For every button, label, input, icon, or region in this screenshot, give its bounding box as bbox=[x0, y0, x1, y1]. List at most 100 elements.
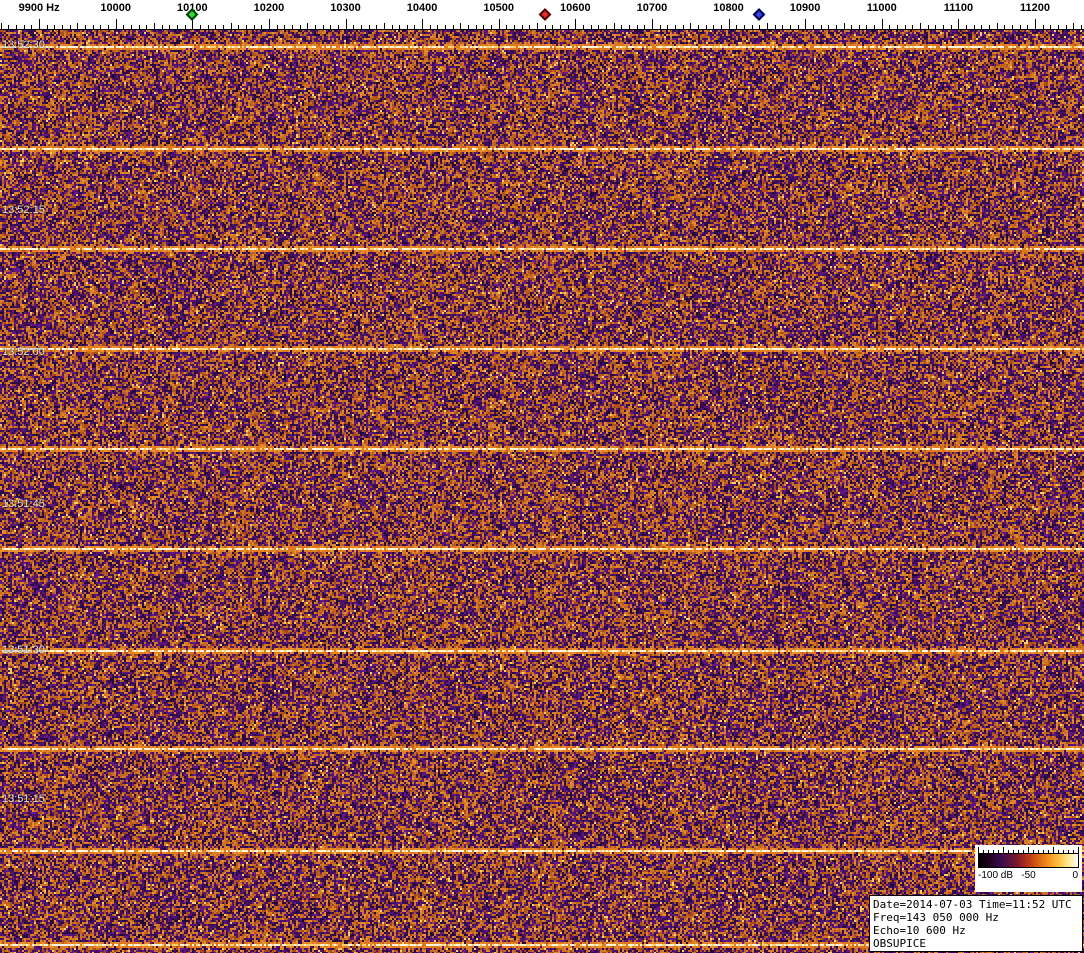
blue-frequency-marker-icon[interactable] bbox=[752, 8, 766, 21]
ruler-tick bbox=[720, 25, 722, 29]
ruler-tick bbox=[199, 25, 201, 29]
red-frequency-marker-icon[interactable] bbox=[538, 8, 552, 21]
ruler-tick bbox=[613, 23, 615, 29]
ruler-tick bbox=[552, 25, 554, 29]
ruler-tick bbox=[912, 25, 914, 29]
ruler-tick bbox=[207, 25, 209, 29]
ruler-tick bbox=[123, 25, 125, 29]
ruler-tick bbox=[751, 25, 753, 29]
ruler-tick bbox=[835, 25, 837, 29]
ruler-tick bbox=[544, 25, 546, 29]
ruler-tick bbox=[590, 25, 592, 29]
ruler-tick bbox=[782, 25, 784, 29]
freq-label: 10800 bbox=[713, 2, 744, 14]
colorbar-min-label: -100 dB bbox=[978, 870, 1014, 881]
ruler-tick bbox=[253, 25, 255, 29]
ruler-tick bbox=[115, 19, 117, 29]
ruler-tick bbox=[651, 19, 653, 29]
ruler-tick bbox=[851, 25, 853, 29]
ruler-tick bbox=[291, 25, 293, 29]
ruler-tick bbox=[192, 19, 194, 29]
ruler-tick bbox=[736, 25, 738, 29]
ruler-tick bbox=[491, 25, 493, 29]
ruler-tick bbox=[169, 25, 171, 29]
ruler-tick bbox=[498, 19, 500, 29]
ruler-tick bbox=[958, 19, 960, 29]
freq-label: 10600 bbox=[560, 2, 591, 14]
ruler-tick bbox=[146, 25, 148, 29]
ruler-tick bbox=[1012, 25, 1013, 29]
ruler-tick bbox=[383, 23, 385, 29]
freq-label: 11200 bbox=[1020, 2, 1050, 14]
ruler-tick bbox=[268, 19, 270, 29]
ruler-tick bbox=[307, 23, 309, 29]
ruler-tick bbox=[39, 19, 41, 29]
ruler-tick bbox=[713, 25, 715, 29]
freq-label: 10300 bbox=[330, 2, 361, 14]
ruler-tick bbox=[437, 25, 439, 29]
ruler-tick bbox=[690, 23, 692, 29]
ruler-tick bbox=[353, 25, 355, 29]
ruler-tick bbox=[391, 25, 393, 29]
waterfall-canvas[interactable] bbox=[0, 30, 1084, 953]
ruler-tick bbox=[1073, 23, 1075, 29]
ruler-tick bbox=[92, 25, 94, 29]
ruler-tick bbox=[805, 19, 807, 29]
info-echo-line: Echo=10 600 Hz bbox=[873, 924, 966, 937]
ruler-tick bbox=[468, 25, 470, 29]
ruler-tick bbox=[797, 25, 799, 29]
ruler-tick bbox=[1027, 25, 1029, 29]
ruler-tick bbox=[874, 25, 876, 29]
ruler-tick bbox=[728, 19, 730, 29]
freq-label: 10700 bbox=[636, 2, 668, 14]
ruler-tick bbox=[177, 25, 178, 29]
ruler-tick bbox=[77, 23, 79, 29]
ruler-tick bbox=[460, 23, 462, 29]
ruler-tick bbox=[537, 23, 538, 29]
ruler-tick bbox=[62, 25, 64, 29]
ruler-tick bbox=[0, 23, 2, 29]
colorbar: -100 dB -50 0 bbox=[975, 845, 1082, 892]
ruler-tick bbox=[154, 23, 155, 29]
ruler-tick bbox=[644, 25, 646, 29]
ruler-tick bbox=[920, 23, 922, 29]
ruler-tick bbox=[682, 25, 684, 29]
ruler-tick bbox=[1019, 25, 1021, 29]
ruler-tick bbox=[131, 25, 132, 29]
info-date-line: Date=2014-07-03 Time=11:52 UTC bbox=[873, 898, 1072, 911]
ruler-tick bbox=[575, 19, 577, 29]
ruler-tick bbox=[812, 25, 814, 29]
ruler-tick bbox=[452, 25, 454, 29]
ruler-tick bbox=[766, 23, 768, 29]
ruler-tick bbox=[858, 25, 860, 29]
ruler-tick bbox=[1004, 25, 1006, 29]
ruler-tick bbox=[927, 25, 929, 29]
ruler-tick bbox=[406, 25, 408, 29]
freq-label: 10000 bbox=[100, 2, 131, 14]
ruler-tick bbox=[667, 25, 669, 29]
ruler-tick bbox=[299, 25, 301, 29]
ruler-tick bbox=[1065, 25, 1067, 29]
ruler-tick bbox=[697, 25, 699, 29]
ruler-tick bbox=[345, 19, 347, 29]
ruler-tick bbox=[705, 25, 707, 29]
ruler-tick bbox=[1050, 25, 1052, 29]
ruler-tick bbox=[843, 23, 845, 29]
ruler-tick bbox=[628, 25, 630, 29]
ruler-tick bbox=[360, 25, 362, 29]
ruler-tick bbox=[828, 25, 830, 29]
frequency-ruler[interactable]: 9900 Hz100001010010200103001040010500106… bbox=[0, 0, 1084, 30]
ruler-tick bbox=[376, 25, 378, 29]
ruler-tick bbox=[1035, 19, 1036, 29]
ruler-tick bbox=[414, 25, 416, 29]
ruler-tick bbox=[950, 25, 952, 29]
ruler-tick bbox=[943, 25, 944, 29]
ruler-tick bbox=[1058, 25, 1059, 29]
ruler-tick bbox=[108, 25, 109, 29]
ruler-tick bbox=[399, 25, 401, 29]
ruler-tick bbox=[31, 25, 33, 29]
ruler-tick bbox=[100, 25, 102, 29]
freq-label: 11000 bbox=[866, 2, 897, 14]
ruler-tick bbox=[529, 25, 531, 29]
ruler-tick bbox=[904, 25, 906, 29]
